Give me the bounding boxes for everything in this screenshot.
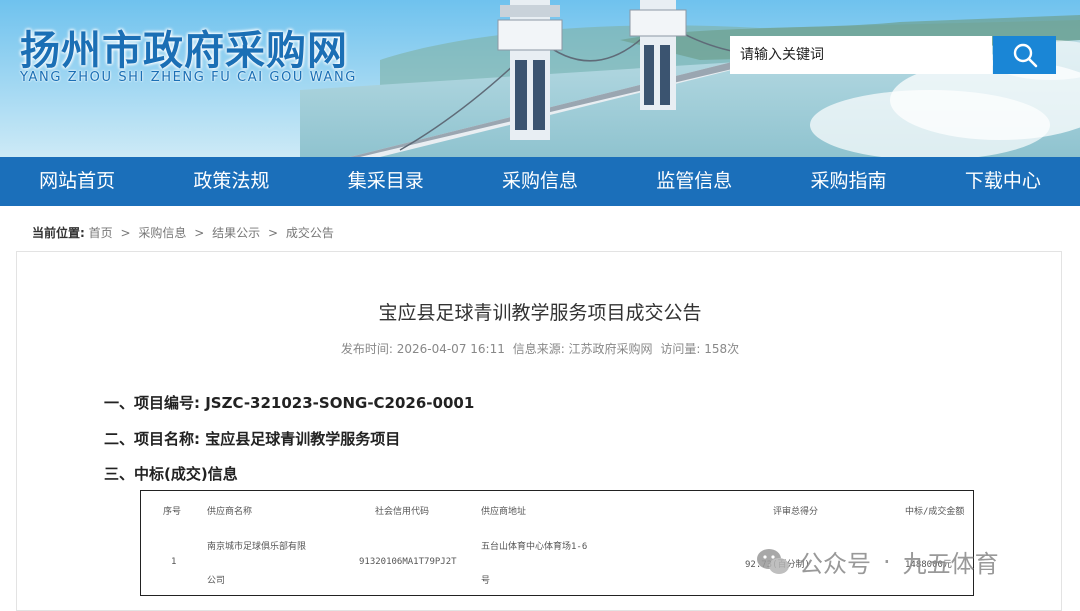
table-cell-no: 1 <box>171 557 177 567</box>
table-header-no: 序号 <box>163 507 182 517</box>
site-logo-subtitle: YANG ZHOU SHI ZHENG FU CAI GOU WANG <box>20 70 357 85</box>
project-name: 二、项目名称: 宝应县足球青训教学服务项目 <box>104 430 401 448</box>
wechat-icon <box>757 548 789 574</box>
watermark-dot: · <box>883 547 891 576</box>
breadcrumb-result[interactable]: 结果公示 <box>212 226 260 240</box>
table-cell-supplier-line1: 南京城市足球俱乐部有限 <box>207 542 307 552</box>
site-logo-title: 扬州市政府采购网 <box>20 28 348 74</box>
table-cell-address-line2: 号 <box>481 576 491 586</box>
info-source: 信息来源: 江苏政府采购网 <box>512 342 653 356</box>
nav-item-guide[interactable]: 采购指南 <box>771 157 925 206</box>
table-cell-address-line1: 五台山体育中心体育场1-6 <box>481 542 588 552</box>
breadcrumb: 当前位置: 首页 > 采购信息 > 结果公示 > 成交公告 <box>32 224 334 241</box>
search-button[interactable] <box>993 36 1056 74</box>
article-meta: 发布时间: 2026-04-07 16:11 信息来源: 江苏政府采购网 访问量… <box>0 340 1080 357</box>
watermark-name: 九五体育 <box>902 550 999 578</box>
publish-time: 发布时间: 2026-04-07 16:11 <box>340 342 505 356</box>
nav-item-catalog[interactable]: 集采目录 <box>309 157 463 206</box>
watermark: 公众号 · 九五体育 <box>755 544 999 579</box>
search-box <box>730 36 1056 74</box>
watermark-prefix: 公众号 <box>799 550 871 578</box>
breadcrumb-separator: > <box>194 226 205 240</box>
article-title: 宝应县足球青训教学服务项目成交公告 <box>378 302 702 324</box>
breadcrumb-home[interactable]: 首页 <box>89 226 113 240</box>
table-header-supplier: 供应商名称 <box>207 507 253 517</box>
header-banner: 扬州市政府采购网 YANG ZHOU SHI ZHENG FU CAI GOU … <box>0 0 1080 157</box>
search-icon <box>1013 43 1037 68</box>
table-header-score: 评审总得分 <box>773 507 819 517</box>
table-cell-credit-code: 91320106MA1T79PJ2T <box>359 557 457 567</box>
table-cell-supplier-line2: 公司 <box>207 576 226 586</box>
main-nav: 网站首页 政策法规 集采目录 采购信息 监管信息 采购指南 下载中心 <box>0 157 1080 206</box>
nav-item-download[interactable]: 下载中心 <box>926 157 1080 206</box>
table-header-credit-code: 社会信用代码 <box>375 507 430 517</box>
table-header-address: 供应商地址 <box>481 507 527 517</box>
nav-item-supervision[interactable]: 监管信息 <box>617 157 771 206</box>
view-count: 访问量: 158次 <box>660 342 740 356</box>
nav-item-procurement-info[interactable]: 采购信息 <box>463 157 617 206</box>
nav-item-policy[interactable]: 政策法规 <box>154 157 308 206</box>
search-input[interactable] <box>730 36 992 74</box>
award-info-heading: 三、中标(成交)信息 <box>104 465 238 483</box>
breadcrumb-separator: > <box>120 226 131 240</box>
project-number: 一、项目编号: JSZC-321023-SONG-C2026-0001 <box>104 394 475 412</box>
table-header-amount: 中标/成交金额 <box>905 507 965 517</box>
breadcrumb-procurement-info[interactable]: 采购信息 <box>138 226 186 240</box>
award-table: 序号 供应商名称 社会信用代码 供应商地址 评审总得分 中标/成交金额 1 南京… <box>140 490 974 596</box>
breadcrumb-separator: > <box>267 226 279 240</box>
nav-item-home[interactable]: 网站首页 <box>0 157 154 206</box>
breadcrumb-label: 当前位置: <box>32 226 85 240</box>
breadcrumb-announcement[interactable]: 成交公告 <box>286 226 334 240</box>
